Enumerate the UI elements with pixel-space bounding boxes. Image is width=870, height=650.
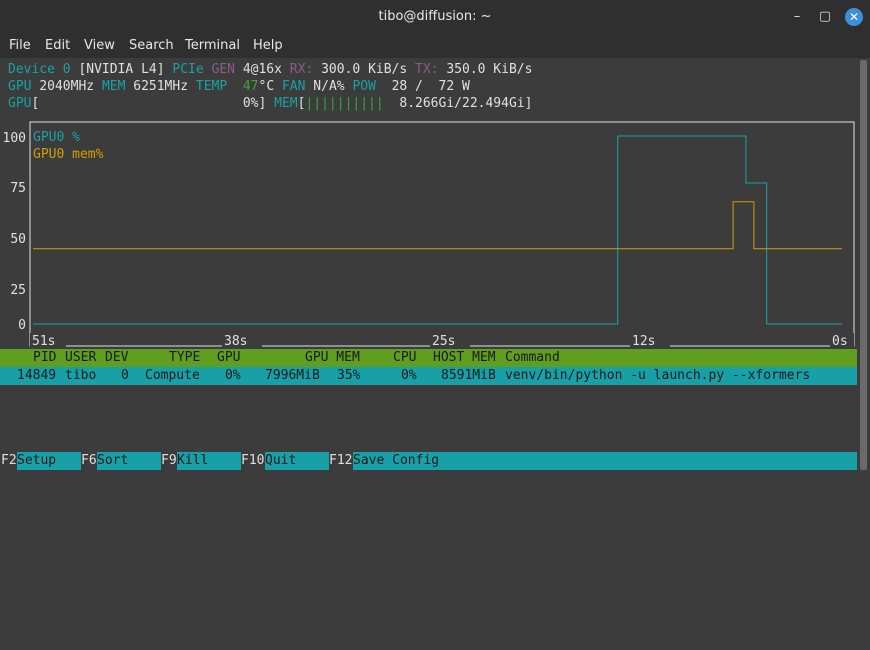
mem-bar-label: MEM bbox=[274, 96, 298, 111]
fkey-f9[interactable]: F9 bbox=[161, 452, 177, 470]
gpu-bar-value: 0%] bbox=[242, 96, 267, 111]
fkey-sort-label[interactable]: Sort bbox=[97, 452, 161, 470]
y-tick-label: 100 bbox=[3, 131, 26, 146]
x-tick-label: 0s bbox=[832, 334, 848, 349]
mem-bar-value: 8.266Gi/22.494Gi] bbox=[399, 96, 533, 111]
y-tick-label: 25 bbox=[10, 283, 26, 298]
menu-search[interactable]: Search bbox=[129, 38, 174, 53]
mem-clock-label: MEM bbox=[101, 79, 126, 94]
header-host-mem[interactable]: HOST MEM bbox=[433, 349, 496, 367]
header-user[interactable]: USER bbox=[65, 349, 96, 367]
maximize-icon[interactable]: ▢ bbox=[816, 8, 834, 26]
gen-label: GEN bbox=[211, 62, 235, 77]
pcie-label: PCIe bbox=[172, 62, 204, 77]
terminal-scrollbar[interactable] bbox=[860, 60, 867, 470]
menu-view[interactable]: View bbox=[84, 38, 115, 53]
menu-bar: File Edit View Search Terminal Help bbox=[0, 34, 870, 58]
header-dev[interactable]: DEV bbox=[105, 349, 128, 367]
fkey-f2[interactable]: F2 bbox=[1, 452, 17, 470]
header-gpu-mem[interactable]: GPU MEM bbox=[305, 349, 360, 367]
device-info-line: Device 0 [NVIDIA L4] PCIe GEN 4@16x RX: … bbox=[8, 61, 532, 78]
temp-label: TEMP bbox=[195, 79, 228, 94]
fkey-kill-label[interactable]: Kill bbox=[177, 452, 241, 470]
header-command[interactable]: Command bbox=[505, 349, 560, 367]
legend-series-mem: GPU0 mem% bbox=[33, 147, 104, 162]
table-row[interactable]: 14849 tibo 0 Compute 0% 7996MiB 35% 0% 8… bbox=[0, 367, 857, 385]
menu-help[interactable]: Help bbox=[253, 38, 283, 53]
cell-user: tibo bbox=[65, 368, 97, 383]
y-tick-label: 75 bbox=[10, 181, 26, 196]
y-axis-ticks: 100 75 50 25 0 bbox=[3, 131, 26, 333]
y-tick-label: 0 bbox=[18, 318, 26, 333]
scrollbar-thumb[interactable] bbox=[860, 60, 867, 470]
cell-gpu: 0% bbox=[225, 368, 241, 383]
gen-value: 4@16x bbox=[242, 62, 282, 77]
usage-bars-line: GPU[ 0%] MEM[|||||||||| 8.266Gi/22.494Gi… bbox=[8, 95, 532, 112]
pow-label: POW bbox=[352, 79, 376, 94]
cell-host-mem: 8591MiB bbox=[441, 368, 496, 383]
rx-label: RX: bbox=[289, 62, 314, 77]
function-key-bar: F2 Setup F6 Sort F9 Kill F10 Quit F12 Sa… bbox=[0, 452, 857, 470]
fkey-quit-label[interactable]: Quit bbox=[265, 452, 329, 470]
fkey-save-config-label[interactable]: Save Config bbox=[353, 452, 857, 470]
gpu-clock-value: 2040MHz bbox=[39, 79, 95, 94]
cell-pid: 14849 bbox=[17, 368, 57, 383]
x-tick-label: 51s bbox=[32, 334, 55, 349]
mem-clock-value: 6251MHz bbox=[133, 79, 189, 94]
window-titlebar: tibo@diffusion: ~ – ▢ ✕ bbox=[0, 0, 870, 34]
cell-type: Compute bbox=[145, 368, 200, 383]
fkey-f10[interactable]: F10 bbox=[241, 452, 264, 470]
process-table-header: PID USER DEV TYPE GPU GPU MEM CPU HOST M… bbox=[0, 349, 857, 367]
pow-value: 28 / 72 W bbox=[391, 79, 470, 94]
header-type[interactable]: TYPE bbox=[169, 349, 200, 367]
chart-frame bbox=[29, 121, 855, 347]
series-line-gpu bbox=[33, 135, 842, 325]
header-cpu[interactable]: CPU bbox=[393, 349, 416, 367]
menu-terminal[interactable]: Terminal bbox=[185, 38, 240, 53]
x-tick-label: 12s bbox=[632, 334, 655, 349]
minimize-icon[interactable]: – bbox=[788, 8, 806, 26]
rx-value: 300.0 KiB/s bbox=[321, 62, 408, 77]
gpu-clock-label: GPU bbox=[8, 79, 32, 94]
gpu-usage-chart: 100 75 50 25 0 51s 38s 25s 12s 0s GPU0 %… bbox=[3, 121, 855, 349]
close-icon[interactable]: ✕ bbox=[845, 8, 863, 26]
x-tick-label: 38s bbox=[224, 334, 247, 349]
temp-value: 47 bbox=[242, 79, 259, 94]
fkey-f12[interactable]: F12 bbox=[329, 452, 352, 470]
cell-dev: 0 bbox=[121, 368, 129, 383]
temp-unit: °C bbox=[258, 79, 275, 94]
fkey-setup-label[interactable]: Setup bbox=[17, 452, 81, 470]
cell-command: venv/bin/python -u launch.py --xformers bbox=[505, 368, 811, 383]
y-tick-label: 50 bbox=[10, 232, 26, 247]
menu-edit[interactable]: Edit bbox=[45, 38, 70, 53]
x-tick-label: 25s bbox=[432, 334, 455, 349]
series-line-mem bbox=[33, 201, 842, 250]
fan-value: N/A% bbox=[313, 79, 345, 94]
cell-gpu-mem-percent: 35% bbox=[337, 368, 361, 383]
tx-label: TX: bbox=[415, 62, 439, 77]
window-title: tibo@diffusion: ~ bbox=[378, 9, 492, 24]
fan-label: FAN bbox=[281, 79, 306, 94]
tx-value: 350.0 KiB/s bbox=[446, 62, 533, 77]
header-gpu[interactable]: GPU bbox=[217, 349, 240, 367]
cell-cpu: 0% bbox=[401, 368, 417, 383]
device-name: [NVIDIA L4] bbox=[78, 62, 165, 77]
clock-info-line: GPU 2040MHz MEM 6251MHz TEMP 47°C FAN N/… bbox=[8, 78, 470, 95]
header-pid[interactable]: PID bbox=[33, 349, 56, 367]
legend-series-gpu: GPU0 % bbox=[33, 130, 80, 145]
fkey-f6[interactable]: F6 bbox=[81, 452, 97, 470]
mem-bar-fill: |||||||||| bbox=[305, 96, 384, 111]
gpu-bar-label: GPU bbox=[8, 96, 32, 111]
cell-gpu-mem: 7996MiB bbox=[265, 368, 320, 383]
menu-file[interactable]: File bbox=[9, 38, 31, 53]
x-axis-ticks: 51s 38s 25s 12s 0s bbox=[30, 333, 854, 349]
device-label: Device 0 bbox=[8, 62, 71, 77]
